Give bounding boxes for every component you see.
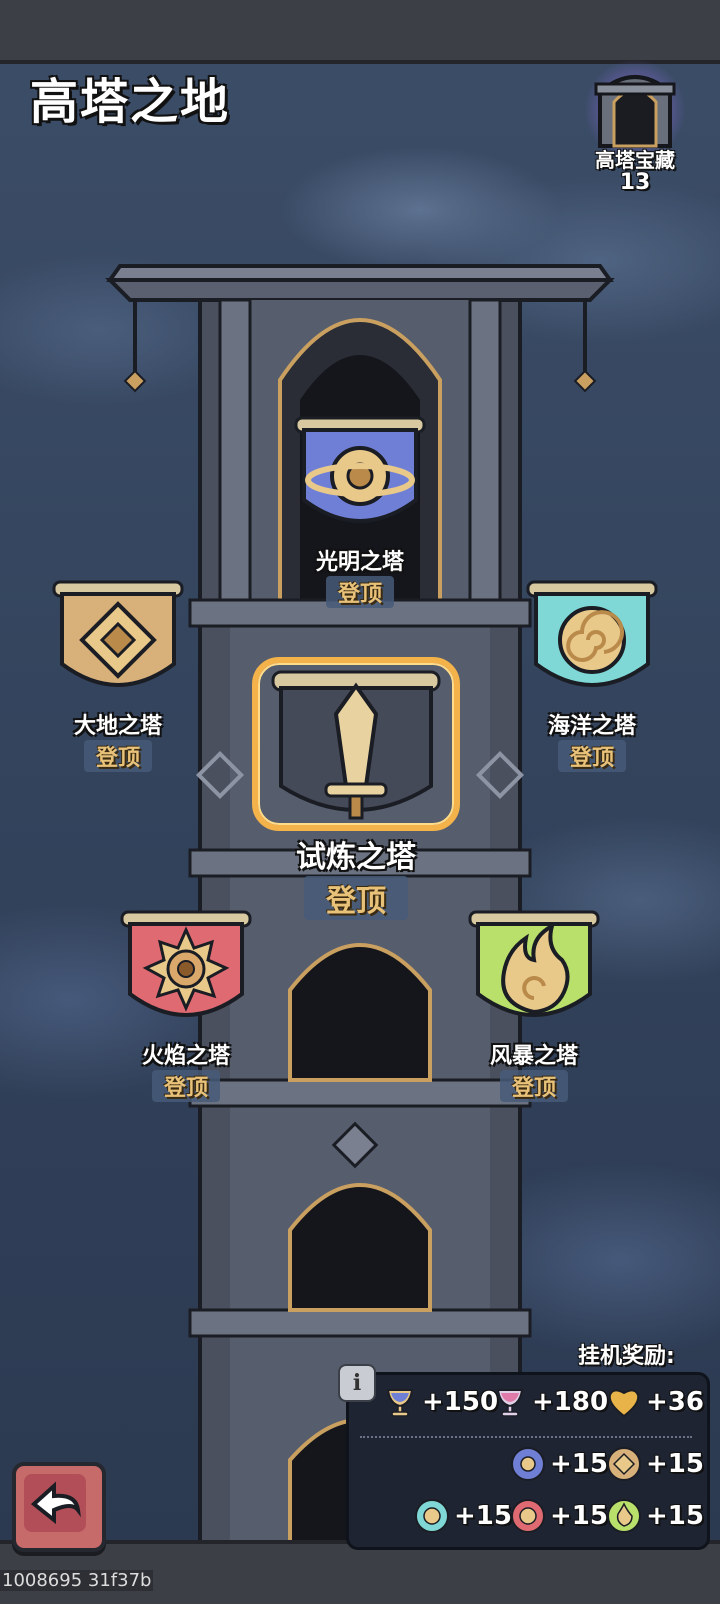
reward-value: +15 [550, 1449, 608, 1479]
reward-pink-chalice: +180 [492, 1382, 608, 1422]
tower-fire[interactable]: 火焰之塔 登顶 [104, 908, 268, 1102]
earth-token-icon [607, 1447, 641, 1481]
tower-earth[interactable]: 大地之塔 登顶 [36, 578, 200, 772]
sword-icon [252, 657, 460, 831]
climb-button[interactable]: 登顶 [151, 1070, 220, 1102]
tower-name: 风暴之塔 [489, 1044, 578, 1069]
reward-fire-token: +15 [510, 1496, 608, 1536]
reward-value: +150 [422, 1387, 499, 1417]
tower-name: 光明之塔 [315, 550, 404, 575]
treasure-label: 高塔宝藏 [595, 148, 675, 172]
reward-value: +15 [646, 1449, 704, 1479]
reward-value: +15 [646, 1501, 704, 1531]
back-button[interactable] [12, 1462, 106, 1552]
reward-blue-chalice: +150 [382, 1382, 498, 1422]
idle-rewards-title: 挂机奖励: [578, 1344, 675, 1369]
ocean-token-icon [415, 1499, 449, 1533]
reward-value: +36 [646, 1387, 704, 1417]
build-watermark: 1008695 31f37b [0, 1570, 154, 1591]
pink-chalice-icon [496, 1389, 524, 1417]
reward-value: +15 [454, 1501, 512, 1531]
tower-name: 海洋之塔 [547, 714, 636, 739]
fire-token-icon [511, 1499, 545, 1533]
page-title: 高塔之地 [30, 74, 231, 130]
reward-light-token: +15 [510, 1444, 608, 1484]
climb-button[interactable]: 登顶 [83, 740, 152, 772]
reward-storm-token: +15 [606, 1496, 704, 1536]
ocean-spiral-icon [526, 580, 658, 687]
reward-earth-token: +15 [606, 1444, 704, 1484]
tower-name: 大地之塔 [73, 714, 162, 739]
fire-sun-icon [120, 910, 252, 1017]
reward-gold-heart: +36 [606, 1382, 704, 1422]
climb-button[interactable]: 登顶 [304, 876, 408, 920]
earth-crystal-icon [52, 580, 184, 687]
blue-chalice-icon [386, 1389, 414, 1417]
storm-token-icon [607, 1499, 641, 1533]
storm-flame-icon [468, 910, 600, 1017]
climb-button[interactable]: 登顶 [499, 1070, 568, 1102]
reward-divider [360, 1436, 692, 1438]
tower-storm[interactable]: 风暴之塔 登顶 [442, 908, 626, 1102]
tower-name: 试炼之塔 [296, 840, 416, 875]
tower-treasure-button[interactable]: 高塔宝藏 13 [580, 60, 690, 200]
tower-ocean[interactable]: 海洋之塔 登顶 [510, 578, 674, 772]
light-orb-icon [294, 416, 426, 523]
info-icon[interactable]: i [338, 1364, 376, 1402]
gold-heart-icon [608, 1389, 640, 1418]
treasure-count: 13 [619, 170, 651, 195]
tower-gate-icon [594, 75, 676, 148]
light-token-icon [511, 1447, 545, 1481]
tower-trial[interactable]: 试炼之塔 登顶 [246, 656, 466, 920]
reward-value: +15 [550, 1501, 608, 1531]
arrow-left-icon [30, 1481, 81, 1525]
reward-value: +180 [532, 1387, 609, 1417]
climb-button[interactable]: 登顶 [325, 576, 394, 608]
reward-ocean-token: +15 [414, 1496, 512, 1536]
climb-button[interactable]: 登顶 [557, 740, 626, 772]
tower-light[interactable]: 光明之塔 登顶 [270, 414, 450, 608]
tower-name: 火焰之塔 [141, 1044, 230, 1069]
